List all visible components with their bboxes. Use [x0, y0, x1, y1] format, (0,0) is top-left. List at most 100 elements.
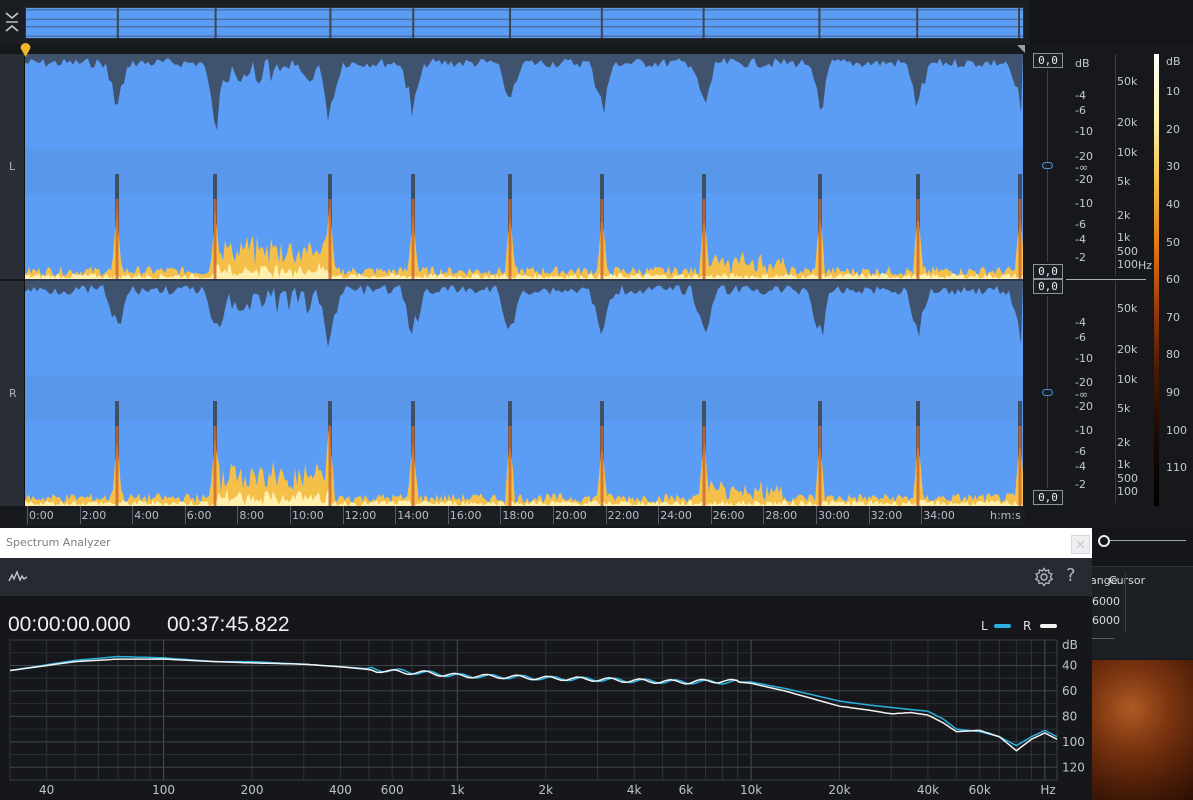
- legend-swatch-L: [994, 624, 1011, 628]
- overview-waveform[interactable]: [25, 7, 1024, 39]
- db-tick: -6: [1075, 331, 1086, 344]
- timeline-tick-mark: [500, 506, 502, 524]
- timeline-tick-mark: [605, 506, 607, 524]
- y-tick-label: 120: [1062, 760, 1085, 774]
- spectrogram-transient: [328, 426, 332, 506]
- hz-scale-rule-right: [1115, 281, 1116, 503]
- cursor-column-header: Cursor: [1109, 574, 1146, 587]
- color-scale-tick: 80: [1166, 348, 1180, 361]
- spectrogram-transient: [702, 426, 706, 506]
- timeline-ruler[interactable]: 0:00 2:00 4:00 6:00 8:00 10:00 12:00 14:00 16:00…: [25, 506, 1025, 526]
- timeline-tick-label: 18:00: [502, 509, 535, 522]
- color-scale-tick: 20: [1166, 123, 1180, 136]
- timeline-tick-mark: [921, 506, 923, 524]
- x-tick-label: 60k: [969, 783, 991, 797]
- range-value: 6000: [1092, 595, 1120, 608]
- gain-value-right-top[interactable]: 0,0: [1033, 279, 1063, 294]
- channel-label-right: R: [9, 387, 17, 400]
- gain-value-right-bottom[interactable]: 0,0: [1033, 490, 1063, 505]
- timeline-tick-mark: [447, 506, 449, 524]
- color-scale-tick: 60: [1166, 273, 1180, 286]
- y-tick-label: 80: [1062, 709, 1077, 723]
- x-tick-label: 200: [241, 783, 264, 797]
- hz-tick: 5k: [1117, 402, 1131, 415]
- waveform-midband: [25, 148, 1023, 194]
- spectrogram-transient: [508, 199, 512, 279]
- timeline-tick-mark: [710, 506, 712, 524]
- hz-tick: 20k: [1117, 343, 1138, 356]
- start-time: 00:00:00.000: [8, 613, 131, 636]
- timeline-tick-mark: [290, 506, 291, 524]
- db-tick: -4: [1075, 460, 1086, 473]
- gear-icon[interactable]: [1034, 567, 1054, 587]
- spectrogram-transient: [411, 426, 415, 506]
- spectrum-analyzer-toolbar: ?: [0, 558, 1092, 596]
- timeline-tick-mark: [184, 506, 186, 524]
- waveform-spectrum-icon[interactable]: [8, 569, 28, 585]
- overview-transient: [702, 8, 705, 38]
- waveform-editor: L R 0,0 0,0 0,0 0,0 dB -4 -6 -10 -20 -∞ …: [0, 42, 1193, 528]
- db-tick: -6: [1075, 104, 1086, 117]
- timeline-tick-label: 4:00: [134, 509, 159, 522]
- timeline-tick-mark: [342, 506, 344, 524]
- color-scale-tick: 70: [1166, 311, 1180, 324]
- hz-tick: 2k: [1117, 209, 1131, 222]
- timeline-tick-label: 24:00: [660, 509, 692, 522]
- zoom-slider[interactable]: [1098, 534, 1188, 548]
- db-tick: -20: [1075, 173, 1093, 186]
- timeline-tick-label: 28:00: [765, 509, 798, 522]
- db-tick: -6: [1075, 445, 1086, 458]
- db-tick: -20: [1075, 376, 1093, 389]
- timeline-tick-label: 10:00: [292, 509, 324, 522]
- spectrogram-transient: [600, 426, 604, 506]
- hz-tick: 5k: [1117, 175, 1131, 188]
- spectrogram-transient: [1018, 426, 1022, 506]
- fader-knob-right[interactable]: [1042, 389, 1053, 396]
- timeline-tick-mark: [395, 506, 397, 524]
- selection-info-panel: ange Cursor 6000 6000: [1080, 566, 1193, 659]
- hz-tick: 20k: [1117, 116, 1138, 129]
- gain-value-left-bottom[interactable]: 0,0: [1033, 264, 1063, 279]
- fader-knob-left[interactable]: [1042, 162, 1053, 169]
- db-tick: -10: [1075, 197, 1093, 210]
- end-marker-icon[interactable]: [1017, 45, 1025, 53]
- spectrum-analyzer-titlebar[interactable]: Spectrum Analyzer: [0, 528, 1092, 558]
- timeline-tick-label: 12:00: [344, 509, 377, 522]
- legend-label-L[interactable]: L: [981, 619, 988, 633]
- timeline-tick-mark: [237, 506, 239, 524]
- timeline-tick-mark: [763, 506, 765, 524]
- column-separator: [1125, 573, 1126, 633]
- collapse-arrows-icon[interactable]: [3, 9, 21, 35]
- db-tick: -20: [1075, 400, 1093, 413]
- zoom-slider-thumb[interactable]: [1098, 535, 1110, 547]
- timeline-tick-label: 2:00: [81, 509, 107, 522]
- x-tick-label: 1k: [450, 783, 465, 797]
- amplitude-frequency-scales: dB -4 -6 -10 -20 -∞ -20 -10 -6 -4 -2 -4 …: [1065, 52, 1155, 512]
- close-icon[interactable]: [1071, 535, 1090, 554]
- spectrum-analyzer-window: Spectrum Analyzer ? 00:00:00.000 00:37:4…: [0, 528, 1092, 800]
- spectrogram-transient: [600, 199, 604, 279]
- background-artwork: [1090, 660, 1193, 800]
- timeline-tick-mark: [27, 506, 28, 524]
- timeline-unit: h:m:s: [990, 509, 1021, 522]
- question-mark-icon[interactable]: ?: [1066, 565, 1076, 586]
- overview-transient: [818, 8, 821, 38]
- hz-tick: 50k: [1117, 302, 1138, 315]
- timeline-tick-label: 30:00: [818, 509, 850, 522]
- legend-label-R[interactable]: R: [1023, 619, 1031, 633]
- color-scale-unit: dB: [1166, 55, 1181, 68]
- db-tick: -4: [1075, 316, 1086, 329]
- y-tick-label: 40: [1062, 658, 1077, 672]
- x-tick-label: 100: [152, 783, 175, 797]
- playhead-marker-icon[interactable]: [19, 42, 32, 58]
- y-tick-label: 100: [1062, 735, 1085, 749]
- gain-value-left-top[interactable]: 0,0: [1033, 53, 1063, 68]
- spectrum-chart[interactable]: dB 40 60 80 100 120 40 100 200 400 600 1k 2k 4k 6k 10k 2…: [0, 636, 1092, 800]
- hz-tick: 500: [1117, 472, 1138, 485]
- color-scale-tick: 10: [1166, 85, 1180, 98]
- hz-tick: 10k: [1117, 146, 1138, 159]
- timeline-tick-mark: [79, 506, 81, 524]
- timeline-tick-label: 6:00: [186, 509, 212, 522]
- waveform-spectrogram-view[interactable]: [25, 54, 1023, 506]
- x-tick-label: Hz: [1040, 783, 1055, 797]
